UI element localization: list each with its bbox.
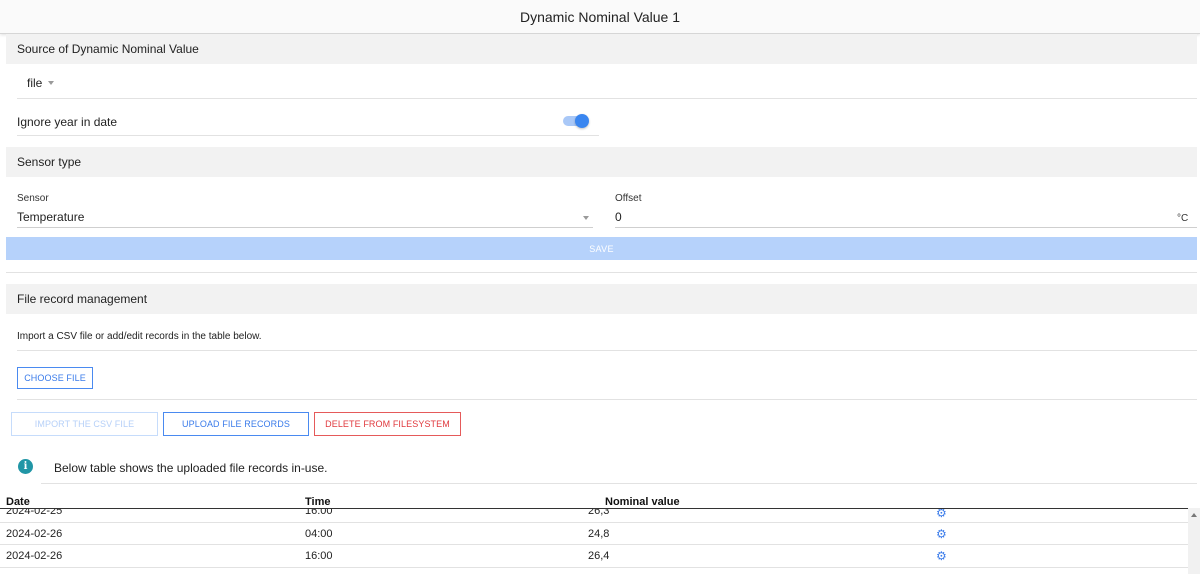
table-scrollbar[interactable]	[1188, 508, 1200, 574]
sensor-section-header: Sensor type	[6, 147, 1197, 177]
caret-down-icon	[48, 81, 55, 85]
upload-file-records-label: UPLOAD FILE RECORDS	[182, 419, 290, 429]
upload-file-records-button[interactable]: UPLOAD FILE RECORDS	[163, 412, 309, 436]
divider	[41, 483, 1197, 484]
scroll-up-arrow-icon[interactable]	[1191, 513, 1197, 517]
sensor-select-value: Temperature	[17, 210, 85, 224]
row-divider	[0, 567, 1188, 568]
sensor-underline	[17, 227, 593, 228]
save-button-label: SAVE	[589, 243, 614, 254]
table-row: 2024-02-25 16:00 26,3 ⚙	[0, 508, 1188, 523]
offset-input[interactable]: 0 °C	[615, 208, 1197, 228]
delete-from-filesystem-label: DELETE FROM FILESYSTEM	[325, 419, 450, 429]
column-header-time: Time	[305, 496, 331, 508]
cell-nominal-value: 26,3	[588, 508, 610, 517]
divider	[17, 399, 1197, 400]
divider	[17, 135, 599, 136]
cell-time: 16:00	[305, 550, 333, 562]
choose-file-label: CHOOSE FILE	[24, 373, 86, 383]
gear-icon[interactable]: ⚙	[936, 550, 947, 562]
gear-icon[interactable]: ⚙	[936, 528, 947, 540]
offset-underline	[615, 227, 1197, 228]
file-records-section-title: File record management	[17, 292, 148, 306]
file-records-description: Import a CSV file or add/edit records in…	[17, 331, 262, 342]
cell-nominal-value: 24,8	[588, 528, 610, 540]
page-header: Dynamic Nominal Value 1	[0, 0, 1200, 34]
table-body: 2024-02-25 16:00 26,3 ⚙ 2024-02-26 04:00…	[0, 508, 1188, 574]
ignore-year-label: Ignore year in date	[17, 115, 118, 129]
ignore-year-toggle[interactable]	[563, 114, 589, 128]
cell-time: 04:00	[305, 528, 333, 540]
import-csv-label: IMPORT THE CSV FILE	[34, 419, 135, 429]
divider	[17, 350, 1197, 351]
source-select-value: file	[27, 76, 43, 90]
divider	[6, 272, 1197, 273]
gear-icon[interactable]: ⚙	[936, 508, 947, 519]
import-csv-button[interactable]: IMPORT THE CSV FILE	[11, 412, 158, 436]
info-text: Below table shows the uploaded file reco…	[54, 461, 328, 475]
page-title: Dynamic Nominal Value 1	[519, 8, 681, 25]
offset-input-value: 0	[615, 210, 622, 224]
cell-date: 2024-02-26	[6, 550, 63, 562]
column-header-date: Date	[6, 496, 30, 508]
delete-from-filesystem-button[interactable]: DELETE FROM FILESYSTEM	[314, 412, 461, 436]
offset-unit: °C	[1177, 213, 1189, 224]
column-header-nominal-value: Nominal value	[605, 496, 680, 508]
cell-date: 2024-02-25	[6, 508, 63, 517]
cell-time: 16:00	[305, 508, 333, 517]
toggle-knob	[575, 114, 589, 128]
caret-down-icon	[583, 216, 589, 220]
source-section-header: Source of Dynamic Nominal Value	[6, 34, 1197, 64]
source-section-title: Source of Dynamic Nominal Value	[17, 42, 199, 56]
table-header-border	[0, 508, 1188, 509]
choose-file-button[interactable]: CHOOSE FILE	[17, 367, 93, 389]
table-row: 2024-02-26 04:00 24,8 ⚙	[0, 523, 1188, 545]
cell-nominal-value: 26,4	[588, 550, 610, 562]
cell-date: 2024-02-26	[6, 528, 63, 540]
sensor-select[interactable]: Temperature	[17, 208, 592, 228]
save-button[interactable]: SAVE	[6, 237, 1197, 260]
table-row: 2024-02-26 16:00 26,4 ⚙	[0, 545, 1188, 567]
sensor-section-title: Sensor type	[17, 155, 82, 169]
info-icon: i	[18, 459, 33, 474]
source-select[interactable]: file	[27, 76, 55, 90]
divider	[17, 98, 1197, 99]
sensor-field-label: Sensor	[17, 193, 49, 204]
file-records-section-header: File record management	[6, 284, 1197, 314]
offset-field-label: Offset	[615, 193, 642, 204]
